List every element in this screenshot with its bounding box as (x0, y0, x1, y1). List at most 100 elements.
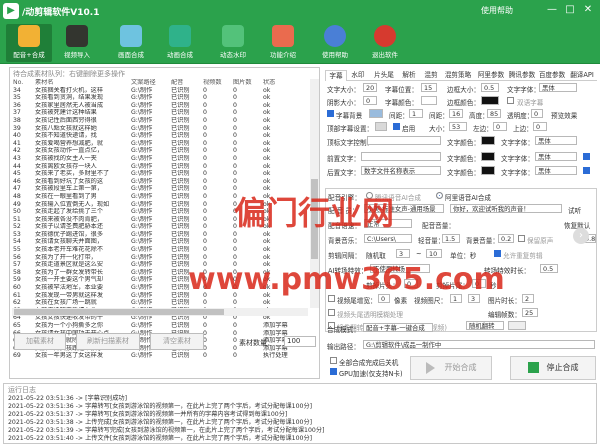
table-row[interactable]: 42 女孩女孩动作一直点亿， G:\制作 已识别 0 0 ok (12, 147, 308, 155)
table-row[interactable]: 37 女孩被死建计这种结果 G:\制作 已识别 0 0 ok (12, 109, 308, 117)
padding-input[interactable]: 16 (449, 109, 463, 118)
output-path-input[interactable]: G:\剪辑软件\成品一制作中 (363, 340, 595, 349)
table-row[interactable]: 40 女孩不知道快递请，找 G:\制作 已识别 0 0 ok (12, 132, 308, 140)
mirror-flip-select[interactable]: 随机翻转 (466, 321, 504, 330)
prefix-enable-checkbox[interactable] (583, 153, 590, 160)
font-size-input[interactable]: 20 (363, 83, 377, 92)
table-row[interactable]: 44 女孩离欧女孩存一块人 G:\制作 已识别 0 0 ok (12, 163, 308, 171)
top-text-input[interactable] (367, 136, 441, 145)
top-text-color[interactable] (481, 136, 495, 145)
table-row[interactable]: 69 女孩一年男这了女这样发 G:\制作 已识别 0 0 执行处理 (12, 352, 308, 360)
table-row[interactable]: 43 女孩被找的女主人一夹 G:\制作 已识别 0 0 ok (12, 155, 308, 163)
tab-baidu-params[interactable]: 百度参数 (537, 70, 567, 81)
suffix-color[interactable] (481, 166, 495, 175)
prefix-text-input[interactable] (361, 152, 441, 161)
preview-effect-link[interactable]: 预览效果 (551, 110, 577, 120)
column-header[interactable]: 状态 (262, 79, 308, 87)
image-duration-input[interactable]: 2 (522, 294, 534, 303)
toolbar-features[interactable]: 功能介绍 (260, 24, 306, 62)
table-row[interactable]: 54 女孩请女孩聊天并面图， G:\制作 已识别 0 0 ok (12, 238, 308, 246)
opacity-input[interactable]: 0 (531, 109, 543, 118)
clip-min-input[interactable]: 3 (396, 249, 410, 258)
top-size-input[interactable]: 53 (449, 122, 467, 131)
shutdown-checkbox[interactable] (330, 357, 337, 364)
bgm-volume-input[interactable]: 0.2 (498, 234, 514, 243)
subtitle-bg-color[interactable] (369, 109, 383, 118)
table-row[interactable]: 35 女孩看到贪洞，结果发现 G:\制作 已识别 0 0 ok (12, 94, 308, 102)
minimize-button[interactable]: — (545, 3, 559, 17)
column-header[interactable]: 素材名 (34, 79, 130, 87)
table-row[interactable]: 65 女孩为一个小狗撕多之你 G:\制作 已识别 0 0 添加字幕 (12, 322, 308, 330)
blur-ends-checkbox[interactable] (328, 309, 335, 316)
audition-text-input[interactable]: 你好，欢迎试听我的声音！ (450, 204, 562, 213)
column-header[interactable]: No. (12, 79, 34, 87)
audition-button[interactable]: 试听 (568, 205, 581, 215)
tab-intro-outro[interactable]: 片头尾 (371, 70, 397, 81)
tab-subtitle[interactable]: 字幕 (325, 70, 347, 81)
compose-mode-select[interactable]: 配音+字幕-一键合成 (363, 323, 433, 332)
subtitle-bg-checkbox[interactable] (327, 110, 334, 117)
table-row[interactable]: 36 女孩家里居然无人被当成 G:\制作 已识别 0 0 ok (12, 102, 308, 110)
border-size-input[interactable]: 0.5 (481, 83, 499, 92)
tab-tencent-params[interactable]: 腾讯参数 (507, 70, 537, 81)
tab-mix[interactable]: 混剪 (421, 70, 441, 81)
table-row[interactable]: 56 女孩为了开一化打带， G:\制作 已识别 0 0 ok (12, 254, 308, 262)
table-row[interactable]: 55 女孩本老开车难花花除不 G:\制作 已识别 0 0 ok (12, 246, 308, 254)
table-row[interactable]: 45 女孩来了老买，多财里不了 G:\制作 已识别 0 0 ok (12, 170, 308, 178)
column-header[interactable]: 视频数 (202, 79, 232, 87)
top-offset-input[interactable]: 0 (533, 122, 547, 131)
tab-watermark[interactable]: 水印 (347, 70, 369, 81)
toolbar-dynamic-watermark[interactable]: 动态水印 (210, 24, 256, 62)
light-volume-input[interactable]: 1.5 (442, 234, 460, 243)
mirror-color[interactable] (508, 321, 526, 330)
column-header[interactable]: 文案路径 (130, 79, 170, 87)
clip-mode-select[interactable]: 随机取 (366, 250, 386, 260)
toolbar-dub-compose[interactable]: 配音+合成 (6, 24, 52, 62)
height-input[interactable]: 85 (487, 109, 501, 118)
toolbar-exit[interactable]: 退出软件 (362, 24, 408, 62)
engine-aliyun-radio[interactable] (436, 192, 443, 199)
clear-material-button[interactable]: 清空素材 (150, 333, 204, 350)
table-horizontal-scrollbar[interactable] (12, 308, 308, 316)
transition-duration-input[interactable]: 0.5 (540, 264, 558, 273)
add-material-button[interactable]: 加载素材 (14, 333, 66, 350)
keep-original-checkbox[interactable] (518, 235, 525, 242)
rescan-material-button[interactable]: 刷新扫描素材 (76, 333, 140, 350)
start-compose-button[interactable]: 开始合成 (410, 356, 492, 380)
clip-max-input[interactable]: 10 (426, 249, 442, 258)
prefix-color[interactable] (481, 152, 495, 161)
suffix-font-select[interactable]: 黑体 (535, 166, 577, 175)
tab-parse[interactable]: 解析 (399, 70, 419, 81)
table-row[interactable]: 62 女孩在女孩广场一跳就 G:\制作 已识别 0 0 ok (12, 299, 308, 307)
table-row[interactable]: 38 女孩记性后面西穷得很 G:\制作 已识别 0 0 ok (12, 117, 308, 125)
subtitle-position-input[interactable]: 15 (421, 83, 437, 92)
left-offset-input[interactable]: 0 (493, 122, 507, 131)
maximize-button[interactable]: □ (563, 3, 577, 17)
shadow-size-input[interactable]: 0 (363, 96, 377, 105)
column-header[interactable]: 配音 (170, 79, 202, 87)
prefix-font-select[interactable]: 黑体 (535, 152, 577, 161)
toolbar-animation-compose[interactable]: 动画合成 (157, 24, 203, 62)
dual-language-checkbox[interactable] (507, 97, 514, 104)
tab-mix-strategy[interactable]: 混剪策略 (442, 70, 474, 81)
toolbar-video-import[interactable]: 视频导入 (54, 24, 100, 62)
table-row[interactable]: 34 女孩捆关看打火机，这样 G:\制作 已识别 0 0 ok (12, 87, 308, 95)
top-text-font-select[interactable]: 黑体 (535, 136, 577, 145)
table-row[interactable]: 41 女孩爱喝营养想减肥，就 G:\制作 已识别 0 0 ok (12, 140, 308, 148)
gpu-checkbox[interactable] (330, 368, 337, 375)
bgm-path-input[interactable]: C:\Users\ (364, 234, 412, 243)
frame-rate-input[interactable]: 25 (522, 308, 538, 317)
top-subtitle-enable-checkbox[interactable] (393, 123, 400, 130)
toolbar-image-compose[interactable]: 画面合成 (108, 24, 154, 62)
subtitle-color-swatch[interactable] (421, 96, 437, 105)
table-row[interactable]: 46 女孩看到好坑了女孩的这 G:\制作 已识别 0 0 ok (12, 178, 308, 186)
column-header[interactable]: 图片数 (232, 79, 262, 87)
gap-input[interactable]: 1 (409, 109, 423, 118)
chevron-right-icon[interactable]: › (573, 228, 589, 244)
stop-compose-button[interactable]: 停止合成 (510, 356, 596, 380)
tab-aliyun-params[interactable]: 阿里参数 (475, 70, 507, 81)
tab-translate-api[interactable]: 翻译API (567, 70, 597, 81)
help-link[interactable]: 使用帮助 (481, 5, 513, 16)
close-button[interactable]: ✕ (581, 3, 595, 17)
font-family-select[interactable]: 黑体 (539, 83, 577, 92)
